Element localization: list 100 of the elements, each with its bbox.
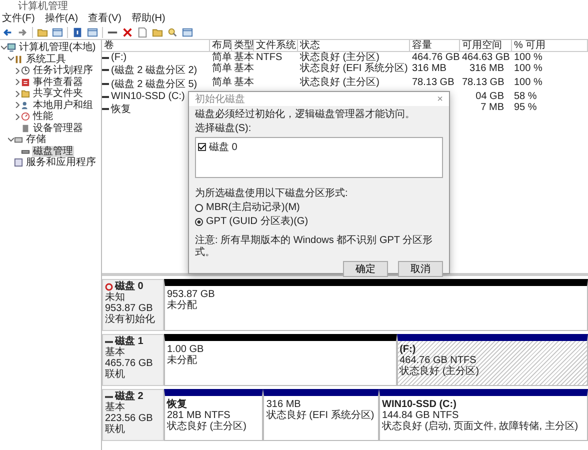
tree-item[interactable]: 计算机管理(本地) (18, 42, 97, 54)
tree-item[interactable]: 磁盘管理 (32, 146, 74, 157)
tree-item[interactable]: 设备管理器 (32, 122, 84, 134)
menu-item[interactable]: 帮助(H) (131, 12, 166, 24)
table-cell-text: (磁盘 2 磁盘分区 2) (111, 64, 198, 77)
column-header[interactable]: 卷 (102, 40, 210, 52)
panel-icon[interactable] (87, 26, 98, 38)
dialog-message: 磁盘必须经过初始化，逻辑磁盘管理器才能访问。 (195, 109, 416, 121)
document-icon[interactable] (137, 26, 148, 38)
close-button[interactable]: × (437, 94, 443, 104)
search-icon[interactable] (167, 26, 178, 38)
partition-info: 状态良好 (主分区) (167, 421, 248, 432)
table-cell: 状态良好 (EFI 系统分区) (300, 63, 408, 74)
log-icon (21, 78, 30, 87)
table-cell: 78.13 GB (462, 77, 504, 88)
checkbox[interactable] (198, 143, 206, 151)
folder-icon (21, 89, 30, 98)
unallocated-partition[interactable]: 1.00 GB 未分配 (164, 334, 397, 386)
partition[interactable]: (F:) 464.76 GB NTFS 状态良好 (主分区) (396, 334, 588, 386)
partition-info: 316 MB (266, 399, 302, 410)
radio-button[interactable] (195, 218, 203, 226)
table-cell: 状态良好 (主分区) (300, 52, 380, 63)
partition-info: 281 MB NTFS (167, 410, 232, 421)
menu-item[interactable]: 文件(F) (2, 12, 35, 24)
dialog-title: 初始化磁盘 (195, 92, 245, 106)
partition-info: 464.76 GB NTFS (400, 355, 478, 366)
partition[interactable]: 316 MB 状态良好 (EFI 系统分区) (263, 389, 379, 441)
partition[interactable]: 恢复 281 MB NTFS 状态良好 (主分区) (164, 389, 264, 441)
table-cell: 基本 (234, 63, 254, 74)
disk-size: 223.56 GB (105, 413, 154, 424)
storage-icon (14, 135, 23, 144)
partition-info: 状态良好 (EFI 系统分区) (266, 410, 376, 421)
partition-title: 恢复 (167, 399, 188, 410)
users-icon (21, 100, 30, 110)
tree-item[interactable]: 存储 (25, 134, 47, 146)
table-cell: 464.63 GB (462, 52, 510, 63)
partition-info: 144.84 GB NTFS (382, 410, 460, 421)
radio-button[interactable] (195, 204, 203, 212)
list-label: 选择磁盘(S): (195, 123, 252, 135)
table-cell: WIN10-SSD (C:) (111, 91, 185, 102)
table-cell: 04 GB (476, 91, 504, 102)
error-disk-icon (105, 282, 113, 290)
disk-type: 未知 (105, 292, 126, 303)
partition-info: 状态良好 (启动, 页面文件, 故障转储, 主分区) (382, 421, 580, 432)
tree-item[interactable]: 事件查看器 (32, 76, 84, 88)
menu-item[interactable]: 查看(V) (88, 12, 122, 24)
dialog-note: 注意: 所有早期版本的 Windows 都不识别 GPT 分区形式。 (195, 235, 434, 259)
disk-option-label[interactable]: 磁盘 0 (209, 140, 238, 154)
expand-icon[interactable] (14, 79, 20, 86)
table-cell: 464.76 GB (412, 52, 460, 63)
disk-status: 联机 (105, 424, 126, 435)
computer-icon (7, 43, 16, 52)
disk-name: 磁盘 0 (115, 281, 144, 292)
expand-icon[interactable] (14, 68, 20, 74)
expand-icon[interactable] (14, 114, 20, 120)
expand-icon[interactable] (14, 90, 20, 97)
table-cell: 状态良好 (主分区) (300, 77, 380, 88)
tree-item[interactable]: 任务计划程序 (32, 65, 94, 76)
table-cell: 7 MB (480, 102, 504, 113)
table-cell: 100 % (514, 77, 542, 88)
window-title: 计算机管理 (18, 0, 68, 12)
disk-type: 基本 (105, 402, 126, 413)
table-cell: 58 % (514, 91, 537, 102)
disk-name: 磁盘 1 (115, 336, 144, 347)
column-header[interactable]: 布局 (210, 40, 232, 52)
table-cell: 简单 (212, 77, 232, 88)
column-header[interactable]: % 可用 (512, 40, 588, 52)
radio-label[interactable]: MBR(主启动记录)(M) (206, 202, 300, 214)
delete-icon[interactable] (122, 26, 133, 38)
forward-icon[interactable] (17, 26, 28, 38)
folder-icon[interactable] (37, 26, 48, 38)
panel-icon[interactable] (182, 26, 193, 38)
collapse-icon[interactable] (8, 56, 14, 62)
table-cell: (F:) (111, 52, 127, 63)
column-header[interactable]: 状态 (298, 40, 410, 52)
back-icon[interactable] (2, 26, 13, 38)
table-cell: 100 % (514, 52, 542, 63)
tree-item[interactable]: 共享文件夹 (32, 88, 84, 100)
collapse-icon[interactable] (0, 44, 6, 51)
cancel-button[interactable]: 取消 (398, 261, 443, 277)
collapse-icon[interactable] (8, 136, 14, 143)
partition[interactable]: WIN10-SSD (C:) 144.84 GB NTFS 状态良好 (启动, 页面文件, 故障转储, 主分区) (379, 389, 588, 441)
tree-item[interactable]: 性能 (32, 111, 54, 122)
partition-info: 未分配 (167, 355, 198, 366)
radio-label[interactable]: GPT (GUID 分区表)(G) (206, 216, 308, 228)
panel-icon[interactable] (52, 26, 63, 38)
clock-icon (21, 66, 30, 76)
partition-info: 953.87 GB (167, 289, 216, 300)
table-cell: 78.13 GB (412, 77, 454, 88)
table-cell-text: (磁盘 2 磁盘分区 5) (111, 78, 198, 91)
tree-item[interactable]: 服务和应用程序 (25, 157, 97, 168)
unallocated-partition[interactable]: 953.87 GB 未分配 (164, 279, 588, 331)
ok-button[interactable]: 确定 (343, 261, 388, 277)
tree-item[interactable]: 本地用户和组 (32, 100, 94, 111)
partition-title: WIN10-SSD (C:) (382, 399, 458, 410)
disk-type: 基本 (105, 347, 126, 358)
tree-item[interactable]: 系统工具 (25, 54, 67, 65)
folder-icon[interactable] (152, 26, 163, 38)
expand-icon[interactable] (14, 102, 20, 108)
menu-item[interactable]: 操作(A) (44, 12, 78, 24)
